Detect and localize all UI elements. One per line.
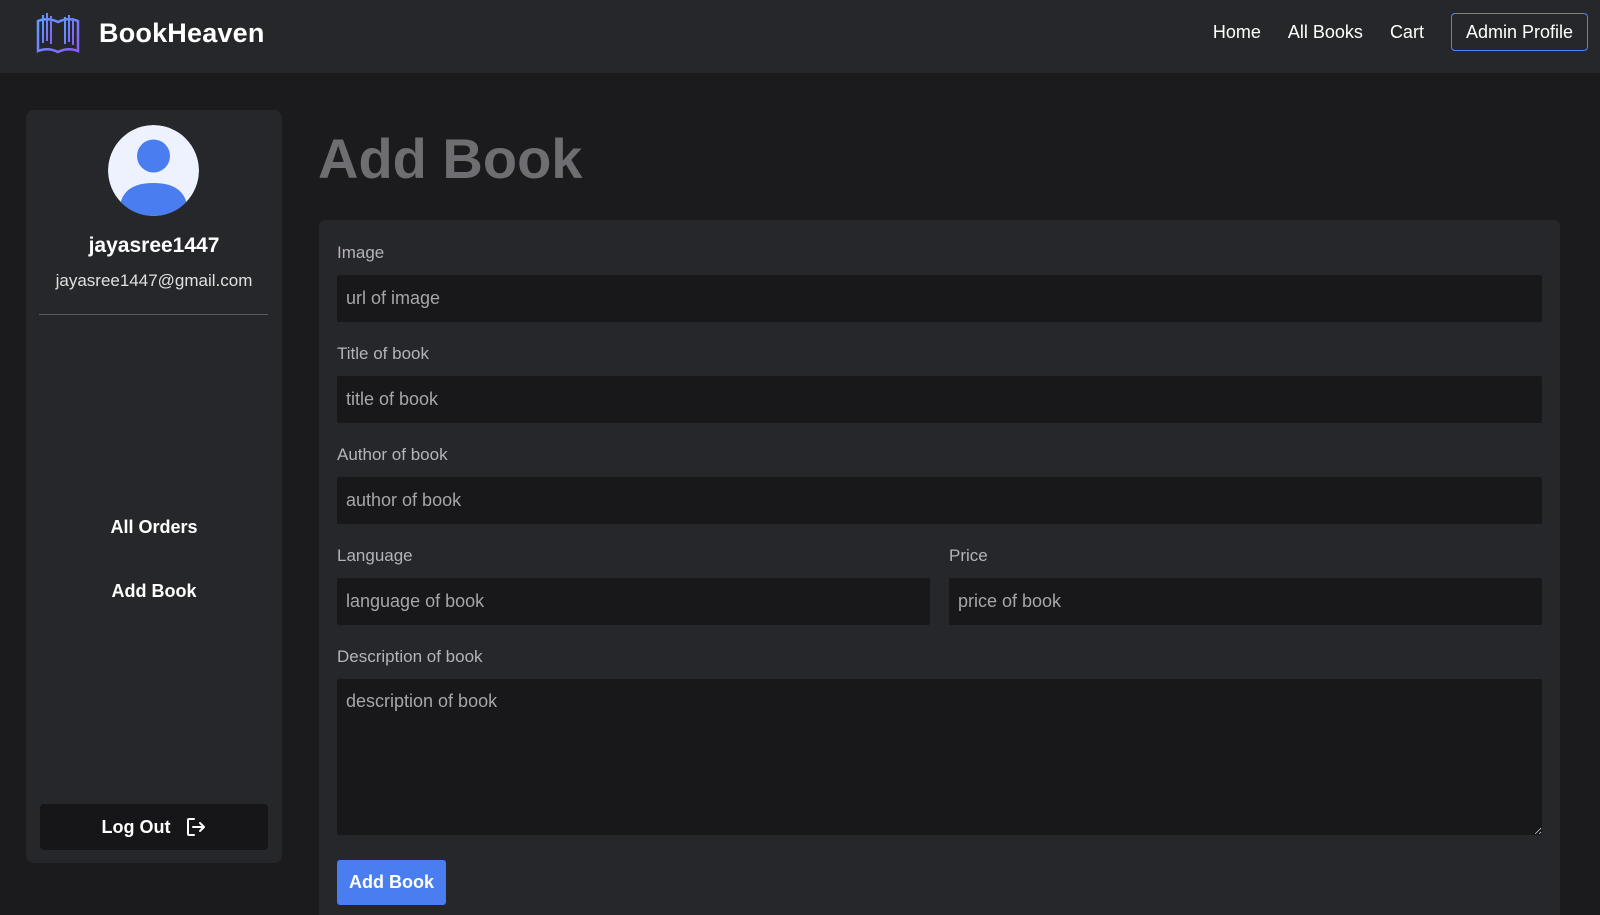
nav-cart[interactable]: Cart [1390,22,1424,43]
sidebar-item-add-book[interactable]: Add Book [26,581,282,602]
nav-home[interactable]: Home [1213,22,1261,43]
username: jayasree1447 [88,234,220,257]
brand[interactable]: BookHeaven [34,11,265,55]
sidebar-divider [39,314,268,315]
add-book-form: Image Title of book Author of book Langu… [319,220,1560,915]
description-label: Description of book [337,647,483,666]
user-avatar-icon [108,125,199,216]
author-label: Author of book [337,445,448,464]
title-label: Title of book [337,344,429,363]
top-navbar: BookHeaven Home All Books Cart Admin Pro… [0,0,1600,73]
price-label: Price [949,546,988,565]
logout-label: Log Out [101,816,171,837]
user-email: jayasree1447@gmail.com [55,271,253,290]
image-label: Image [337,243,385,262]
nav-all-books[interactable]: All Books [1288,22,1363,43]
open-book-icon [36,13,80,54]
logout-arrow-icon [187,818,206,836]
language-input[interactable] [337,578,930,625]
admin-profile-button[interactable]: Admin Profile [1450,13,1588,51]
author-input[interactable] [337,477,1542,524]
avatar [108,125,199,216]
page-title: Add Book [318,127,583,190]
logout-button[interactable]: Log Out [40,804,268,850]
image-url-input[interactable] [337,275,1542,322]
title-input[interactable] [337,376,1542,423]
main-nav: Home All Books Cart Admin Profile [1213,13,1588,51]
price-input[interactable] [949,578,1542,625]
description-textarea[interactable] [337,679,1542,835]
language-label: Language [337,546,413,565]
brand-name: BookHeaven [99,17,265,48]
add-book-button[interactable]: Add Book [337,860,446,905]
profile-sidebar: jayasree1447 jayasree1447@gmail.com All … [26,110,282,863]
sidebar-item-all-orders[interactable]: All Orders [26,517,282,538]
